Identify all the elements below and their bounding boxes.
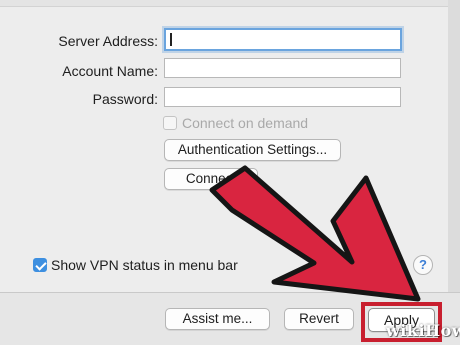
- panel-top-border: [0, 0, 448, 7]
- password-label: Password:: [92, 91, 158, 107]
- account-name-input[interactable]: [164, 58, 401, 78]
- connect-on-demand-checkbox[interactable]: [163, 116, 177, 130]
- password-input[interactable]: [164, 87, 401, 107]
- revert-button[interactable]: Revert: [284, 308, 354, 330]
- connect-button[interactable]: Connect: [164, 168, 258, 190]
- wikihow-watermark: wikiHow: [386, 321, 460, 340]
- show-vpn-status-label: Show VPN status in menu bar: [51, 257, 238, 273]
- advanced-button[interactable]: [380, 254, 402, 276]
- server-address-input[interactable]: [164, 28, 402, 51]
- show-vpn-status-checkbox[interactable]: [33, 258, 47, 272]
- account-name-label: Account Name:: [62, 63, 158, 79]
- help-icon[interactable]: ?: [413, 255, 433, 275]
- server-address-label: Server Address:: [58, 33, 158, 49]
- window-edge: [448, 0, 460, 292]
- text-caret: [170, 33, 172, 46]
- footer-separator: [0, 292, 460, 293]
- connect-on-demand-label: Connect on demand: [182, 115, 309, 131]
- assist-me-button[interactable]: Assist me...: [165, 308, 270, 330]
- authentication-settings-button[interactable]: Authentication Settings...: [164, 139, 341, 161]
